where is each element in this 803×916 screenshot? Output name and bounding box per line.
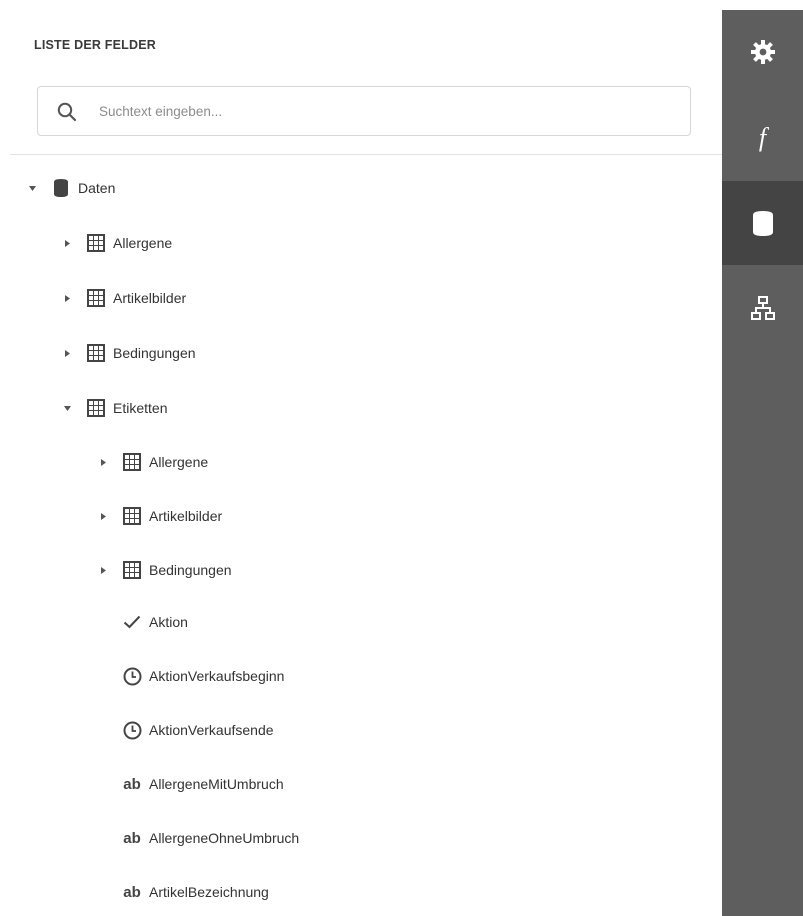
- panel-title: LISTE DER FELDER: [34, 38, 156, 52]
- field-allergene-ohne-umbruch[interactable]: ab AllergeneOhneUmbruch: [113, 822, 299, 854]
- expand-caret-icon[interactable]: [57, 392, 77, 424]
- field-aktion-verkaufsbeginn[interactable]: AktionVerkaufsbeginn: [113, 660, 284, 692]
- field-list-panel: LISTE DER FELDER Daten: [0, 0, 722, 916]
- field-label: AktionVerkaufsbeginn: [149, 668, 285, 684]
- divider: [10, 154, 722, 155]
- tree-node-etiketten-allergene[interactable]: Allergene: [93, 446, 208, 478]
- field-label: AllergeneMitUmbruch: [149, 776, 284, 792]
- table-icon: [85, 287, 107, 309]
- expressions-tab-button[interactable]: f: [722, 96, 803, 180]
- text-ab-glyph: ab: [123, 883, 141, 901]
- collapse-caret-icon[interactable]: [57, 337, 77, 369]
- hierarchy-icon: [750, 296, 775, 320]
- report-explorer-tab-button[interactable]: [722, 266, 803, 350]
- tree-node-label: Artikelbilder: [149, 508, 223, 524]
- collapse-caret-icon[interactable]: [93, 554, 113, 586]
- collapse-caret-icon[interactable]: [93, 446, 113, 478]
- field-label: ArtikelBezeichnung: [149, 884, 269, 900]
- function-icon: f: [758, 123, 767, 152]
- table-icon: [121, 505, 143, 527]
- tree-node-label: Bedingungen: [113, 345, 196, 361]
- field-label: Aktion: [149, 614, 188, 630]
- table-icon: [85, 397, 107, 419]
- database-icon: [752, 210, 773, 236]
- field-label: AktionVerkaufsende: [149, 722, 274, 738]
- tree-node-allergene[interactable]: Allergene: [57, 227, 172, 259]
- checkmark-icon: [121, 611, 143, 633]
- tree-node-artikelbilder[interactable]: Artikelbilder: [57, 282, 186, 314]
- tree-node-bedingungen[interactable]: Bedingungen: [57, 337, 196, 369]
- search-input[interactable]: [99, 97, 659, 125]
- field-aktion-verkaufsende[interactable]: AktionVerkaufsende: [113, 714, 274, 746]
- gear-icon: [750, 40, 775, 64]
- text-ab-glyph: ab: [123, 775, 141, 793]
- collapse-caret-icon[interactable]: [57, 227, 77, 259]
- table-icon: [85, 232, 107, 254]
- text-ab-icon: ab: [121, 773, 143, 795]
- tree-node-label: Artikelbilder: [113, 290, 187, 306]
- tree-node-etiketten-artikelbilder[interactable]: Artikelbilder: [93, 500, 222, 532]
- search-box[interactable]: [37, 86, 691, 136]
- text-ab-icon: ab: [121, 827, 143, 849]
- tree-node-label: Etiketten: [113, 400, 168, 416]
- field-list-tab-button[interactable]: [722, 181, 803, 265]
- table-icon: [85, 342, 107, 364]
- tree-node-label: Allergene: [113, 235, 173, 251]
- field-artikel-bezeichnung[interactable]: ab ArtikelBezeichnung: [113, 876, 269, 908]
- search-icon: [57, 102, 77, 122]
- field-aktion[interactable]: Aktion: [113, 606, 188, 638]
- clock-icon: [121, 719, 143, 741]
- collapse-caret-icon[interactable]: [93, 500, 113, 532]
- field-allergene-mit-umbruch[interactable]: ab AllergeneMitUmbruch: [113, 768, 284, 800]
- tree-node-etiketten[interactable]: Etiketten: [57, 392, 167, 424]
- field-label: AllergeneOhneUmbruch: [149, 830, 300, 846]
- tree-node-etiketten-bedingungen[interactable]: Bedingungen: [93, 554, 232, 586]
- expand-caret-icon[interactable]: [22, 172, 42, 204]
- table-icon: [121, 559, 143, 581]
- tree-node-label: Daten: [78, 180, 116, 196]
- collapse-caret-icon[interactable]: [57, 282, 77, 314]
- text-ab-icon: ab: [121, 881, 143, 903]
- text-ab-glyph: ab: [123, 829, 141, 847]
- tree-node-label: Bedingungen: [149, 562, 232, 578]
- right-tab-sidebar: f: [722, 10, 803, 916]
- properties-tab-button[interactable]: [722, 10, 803, 94]
- tree-node-label: Allergene: [149, 454, 209, 470]
- tree-node-daten[interactable]: Daten: [22, 172, 115, 204]
- table-icon: [121, 451, 143, 473]
- database-icon: [50, 177, 72, 199]
- clock-icon: [121, 665, 143, 687]
